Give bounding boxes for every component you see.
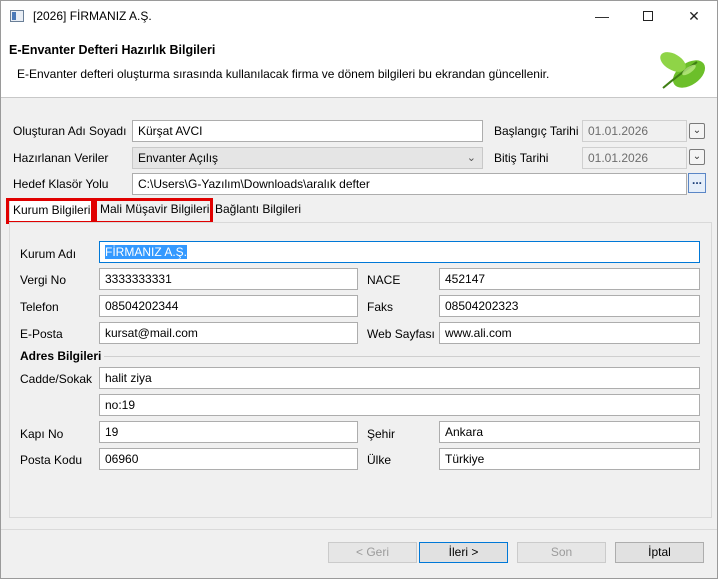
start-date-dropdown-icon[interactable]: ⌄ — [689, 123, 705, 139]
phone-input[interactable]: 08504202344 — [99, 295, 358, 317]
end-date-label: Bitiş Tarihi — [494, 151, 549, 165]
street-input-line1[interactable]: halit ziya — [99, 367, 700, 389]
website-input[interactable]: www.ali.com — [439, 322, 700, 344]
start-date-label: Başlangıç Tarihi — [494, 124, 579, 138]
minimize-icon: — — [595, 8, 609, 24]
header-title: E-Envanter Defteri Hazırlık Bilgileri — [9, 43, 216, 57]
data-label: Hazırlanan Veriler — [13, 151, 109, 165]
city-label: Şehir — [367, 427, 396, 441]
company-name-value: FİRMANIZ A.Ş. — [105, 245, 188, 259]
company-name-label: Kurum Adı — [20, 247, 77, 261]
street-input-line2[interactable]: no:19 — [99, 394, 700, 416]
email-input[interactable]: kursat@mail.com — [99, 322, 358, 344]
nace-input[interactable]: 452147 — [439, 268, 700, 290]
highlight-box-kurum — [6, 198, 94, 224]
door-no-input[interactable]: 19 — [99, 421, 358, 443]
street-label: Cadde/Sokak — [20, 372, 93, 386]
country-input[interactable]: Türkiye — [439, 448, 700, 470]
phone-label: Telefon — [20, 300, 59, 314]
footer-divider — [1, 529, 717, 530]
door-no-label: Kapı No — [20, 427, 64, 441]
dialog-window: [2026] FİRMANIZ A.Ş. — ✕ E-Envanter Deft… — [0, 0, 718, 579]
finish-button[interactable]: Son — [517, 542, 606, 563]
data-select-value: Envanter Açılış — [138, 151, 219, 165]
address-group-title: Adres Bilgileri — [20, 349, 102, 363]
creator-label: Oluşturan Adı Soyadı — [13, 124, 127, 138]
end-date-input[interactable]: 01.01.2026 — [582, 147, 687, 169]
tab-baglanti-bilgileri[interactable]: Bağlantı Bilgileri — [212, 200, 304, 222]
wizard-header: E-Envanter Defteri Hazırlık Bilgileri E-… — [1, 32, 717, 98]
fax-label: Faks — [367, 300, 394, 314]
header-subtitle: E-Envanter defteri oluşturma sırasında k… — [17, 67, 550, 81]
nace-label: NACE — [367, 273, 401, 287]
address-group-divider — [104, 356, 700, 357]
country-label: Ülke — [367, 453, 392, 467]
email-label: E-Posta — [20, 327, 63, 341]
company-name-input[interactable]: FİRMANIZ A.Ş. — [99, 241, 700, 263]
data-select[interactable]: Envanter Açılış ⌄ — [132, 147, 483, 169]
chevron-down-icon: ⌄ — [466, 152, 476, 164]
window-title: [2026] FİRMANIZ A.Ş. — [33, 9, 152, 23]
next-button[interactable]: İleri > — [419, 542, 508, 563]
tax-no-input[interactable]: 3333333331 — [99, 268, 358, 290]
minimize-button[interactable]: — — [579, 1, 625, 32]
folder-label: Hedef Klasör Yolu — [13, 177, 109, 191]
maximize-button[interactable] — [625, 1, 671, 32]
cancel-button[interactable]: İptal — [615, 542, 704, 563]
start-date-input[interactable]: 01.01.2026 — [582, 120, 687, 142]
maximize-icon — [643, 11, 653, 22]
back-button[interactable]: < Geri — [328, 542, 417, 563]
highlight-box-mali-musavir — [94, 198, 213, 224]
creator-input[interactable]: Kürşat AVCI — [132, 120, 483, 142]
postal-code-input[interactable]: 06960 — [99, 448, 358, 470]
website-label: Web Sayfası — [367, 327, 435, 341]
postal-code-label: Posta Kodu — [20, 453, 83, 467]
title-bar: [2026] FİRMANIZ A.Ş. — ✕ — [1, 1, 717, 32]
browse-folder-button[interactable]: ... — [688, 173, 706, 193]
fax-input[interactable]: 08504202323 — [439, 295, 700, 317]
close-button[interactable]: ✕ — [671, 1, 717, 32]
end-date-dropdown-icon[interactable]: ⌄ — [689, 149, 705, 165]
app-icon — [10, 10, 24, 22]
tax-no-label: Vergi No — [20, 273, 67, 287]
city-input[interactable]: Ankara — [439, 421, 700, 443]
green-leaf-icon — [660, 52, 706, 89]
folder-path-input[interactable]: C:\Users\G-Yazılım\Downloads\aralık deft… — [132, 173, 687, 195]
close-icon: ✕ — [688, 8, 700, 24]
